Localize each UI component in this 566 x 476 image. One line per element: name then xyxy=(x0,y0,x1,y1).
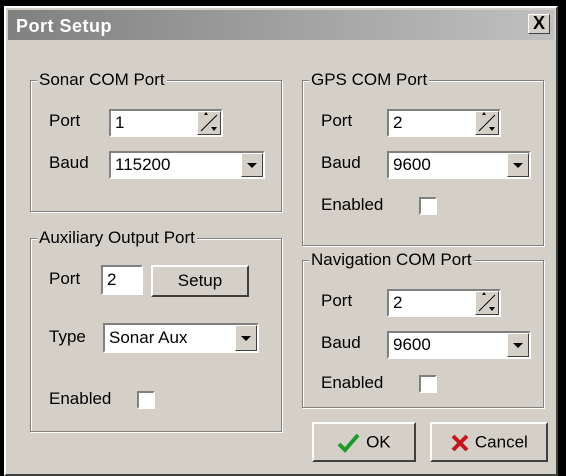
sonar-baud-dropdown-button[interactable] xyxy=(241,153,263,177)
nav-enabled-checkbox[interactable] xyxy=(419,375,437,393)
aux-port-input[interactable]: 2 xyxy=(101,265,143,295)
nav-baud-select[interactable]: 9600 xyxy=(387,331,531,359)
auxiliary-output-port-group: Auxiliary Output Port Port 2 Setup Type … xyxy=(30,228,282,432)
gps-baud-dropdown-button[interactable] xyxy=(507,153,529,177)
aux-group-legend: Auxiliary Output Port xyxy=(37,228,197,248)
spinner-icon xyxy=(478,292,496,312)
spinner-icon xyxy=(478,112,496,132)
gps-enabled-checkbox[interactable] xyxy=(419,197,437,215)
aux-enabled-label: Enabled xyxy=(49,389,112,408)
sonar-baud-select[interactable]: 115200 xyxy=(109,151,265,179)
gps-port-label: Port xyxy=(321,111,353,130)
chevron-down-icon xyxy=(241,336,251,341)
nav-enabled-label: Enabled xyxy=(321,373,384,392)
gps-port-spinner[interactable] xyxy=(475,111,499,135)
sonar-port-label: Port xyxy=(49,111,81,130)
title-bar[interactable]: Port Setup X xyxy=(8,10,554,40)
nav-port-spinner[interactable] xyxy=(475,291,499,315)
nav-group-legend: Navigation COM Port xyxy=(309,250,474,270)
chevron-down-icon xyxy=(247,163,257,168)
navigation-com-port-group: Navigation COM Port Port 2 Baud 9600 Ena… xyxy=(302,250,544,408)
chevron-down-icon xyxy=(513,163,523,168)
gps-baud-select[interactable]: 9600 xyxy=(387,151,531,179)
x-cross-icon xyxy=(451,434,469,451)
sonar-port-input[interactable]: 1 xyxy=(109,109,223,137)
chevron-down-icon xyxy=(513,343,523,348)
gps-baud-label: Baud xyxy=(321,153,361,172)
port-setup-dialog: Port Setup X Sonar COM Port Port 1 Baud … xyxy=(4,6,558,476)
nav-port-input[interactable]: 2 xyxy=(387,289,501,317)
sonar-port-spinner[interactable] xyxy=(197,111,221,135)
dialog-title: Port Setup xyxy=(16,16,113,36)
aux-type-select[interactable]: Sonar Aux xyxy=(103,323,259,353)
nav-baud-dropdown-button[interactable] xyxy=(507,333,529,357)
close-button[interactable]: X xyxy=(528,14,550,34)
gps-enabled-label: Enabled xyxy=(321,195,384,214)
cancel-button[interactable]: Cancel xyxy=(430,422,548,462)
ok-button[interactable]: OK xyxy=(312,422,416,462)
sonar-com-port-group: Sonar COM Port Port 1 Baud 115200 xyxy=(30,70,282,212)
sonar-baud-label: Baud xyxy=(49,153,89,172)
aux-port-label: Port xyxy=(49,269,81,288)
aux-type-dropdown-button[interactable] xyxy=(235,325,257,351)
checkmark-icon xyxy=(337,433,360,453)
gps-com-port-group: GPS COM Port Port 2 Baud 9600 Enabled xyxy=(302,70,544,246)
nav-port-label: Port xyxy=(321,291,353,310)
nav-baud-label: Baud xyxy=(321,333,361,352)
aux-type-label: Type xyxy=(49,327,86,346)
spinner-icon xyxy=(200,112,218,132)
sonar-group-legend: Sonar COM Port xyxy=(37,70,167,90)
aux-enabled-checkbox[interactable] xyxy=(137,391,155,409)
gps-group-legend: GPS COM Port xyxy=(309,70,430,90)
gps-port-input[interactable]: 2 xyxy=(387,109,501,137)
close-icon: X xyxy=(532,13,545,33)
setup-button[interactable]: Setup xyxy=(151,265,249,297)
